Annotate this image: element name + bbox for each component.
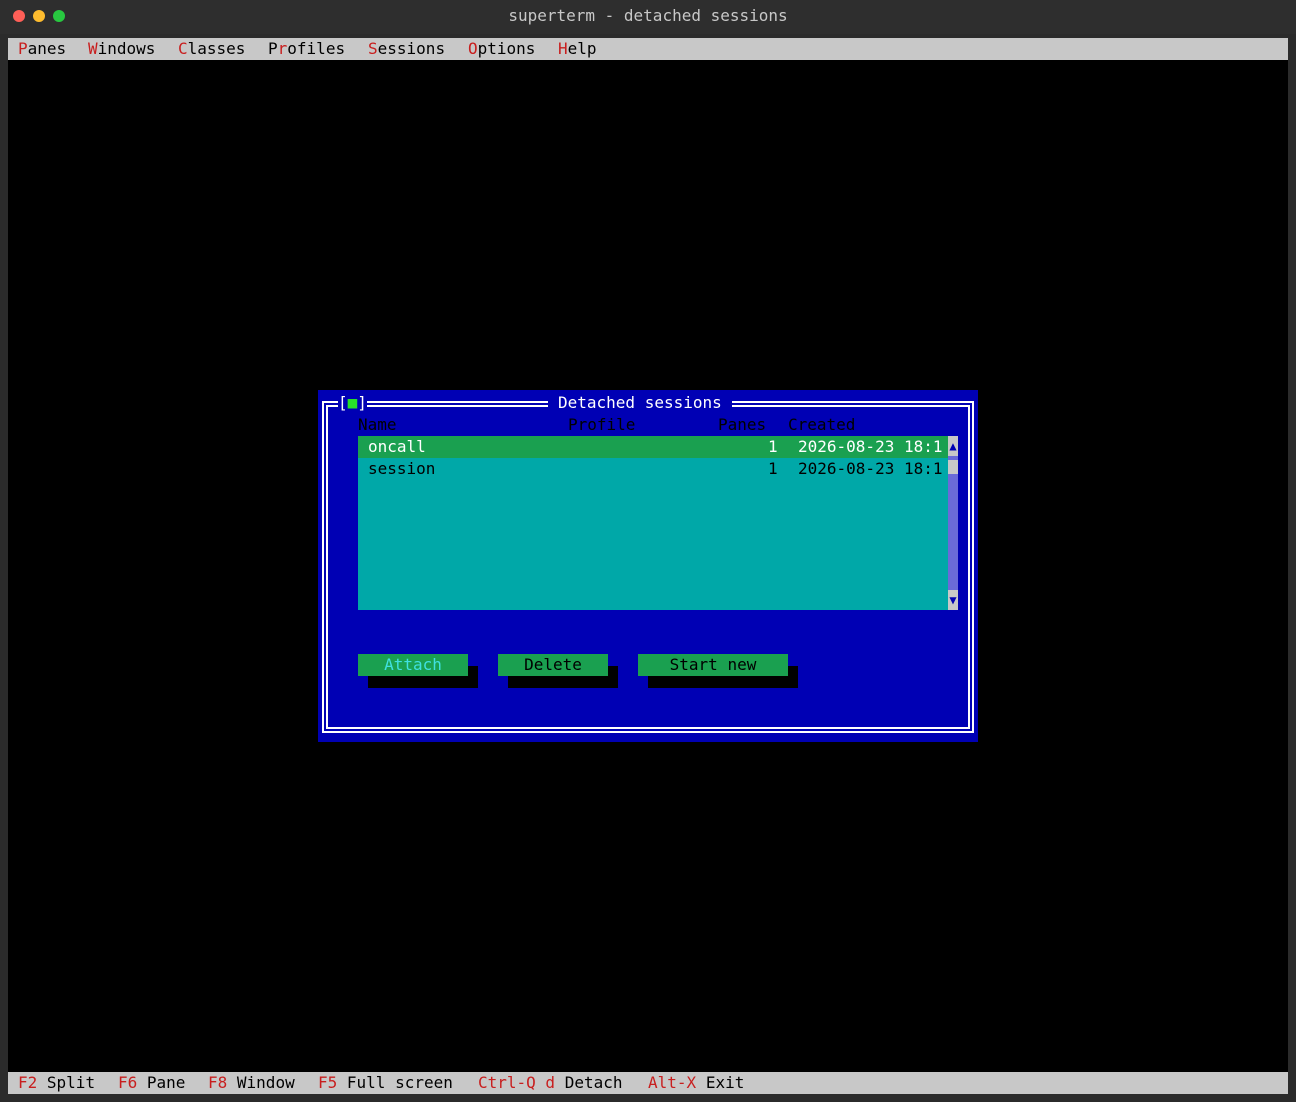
- status-detach[interactable]: Ctrl-Q d Detach: [478, 1072, 623, 1094]
- status-full-screen[interactable]: F5 Full screen: [318, 1072, 453, 1094]
- session-name: session: [368, 459, 436, 478]
- start-new-button-group: Start new: [638, 654, 798, 688]
- menu-windows[interactable]: Windows: [88, 38, 155, 60]
- scroll-thumb[interactable]: [948, 460, 958, 474]
- scroll-down-arrow-icon[interactable]: ▼: [948, 590, 958, 610]
- attach-button[interactable]: Attach: [358, 654, 468, 676]
- status-bar: F2 Split F6 Pane F8 Window F5 Full scree…: [8, 1072, 1288, 1094]
- session-name: oncall: [368, 437, 426, 456]
- sessions-list[interactable]: oncall 1 2026-08-23 18:1 session 1 2026-…: [358, 436, 948, 610]
- menu-bar: Panes Windows Classes Profiles Sessions …: [8, 38, 1288, 60]
- dialog-title: Detached sessions: [548, 392, 732, 414]
- column-header-profile[interactable]: Profile: [568, 414, 635, 436]
- sessions-scrollbar[interactable]: ▲ ▼: [948, 436, 958, 610]
- session-row-oncall[interactable]: oncall 1 2026-08-23 18:1: [358, 436, 948, 458]
- window-title: superterm - detached sessions: [508, 6, 788, 25]
- column-header-name[interactable]: Name: [358, 414, 397, 436]
- status-split[interactable]: F2 Split: [18, 1072, 95, 1094]
- menu-sessions[interactable]: Sessions: [368, 38, 445, 60]
- window-titlebar: superterm - detached sessions: [0, 0, 1296, 34]
- delete-button[interactable]: Delete: [498, 654, 608, 676]
- delete-button-group: Delete: [498, 654, 618, 688]
- terminal-screen: Panes Windows Classes Profiles Sessions …: [8, 38, 1288, 1094]
- attach-button-group: Attach: [358, 654, 478, 688]
- session-panes: 1: [768, 437, 778, 456]
- menu-options[interactable]: Options: [468, 38, 535, 60]
- detached-sessions-dialog: [■] Detached sessions Name Profile Panes…: [318, 390, 978, 742]
- session-created: 2026-08-23 18:1: [798, 459, 943, 478]
- dialog-close-button[interactable]: [■]: [338, 392, 367, 414]
- menu-panes[interactable]: Panes: [18, 38, 66, 60]
- session-row-session[interactable]: session 1 2026-08-23 18:1: [358, 458, 948, 480]
- session-panes: 1: [768, 459, 778, 478]
- scroll-up-arrow-icon[interactable]: ▲: [948, 436, 958, 456]
- status-exit[interactable]: Alt-X Exit: [648, 1072, 744, 1094]
- column-header-panes[interactable]: Panes: [718, 414, 766, 436]
- status-pane[interactable]: F6 Pane: [118, 1072, 185, 1094]
- start-new-button[interactable]: Start new: [638, 654, 788, 676]
- menu-classes[interactable]: Classes: [178, 38, 245, 60]
- menu-help[interactable]: Help: [558, 38, 597, 60]
- session-created: 2026-08-23 18:1: [798, 437, 943, 456]
- column-header-created[interactable]: Created: [788, 414, 855, 436]
- status-window[interactable]: F8 Window: [208, 1072, 295, 1094]
- menu-profiles[interactable]: Profiles: [268, 38, 345, 60]
- close-square-icon: ■: [347, 393, 358, 412]
